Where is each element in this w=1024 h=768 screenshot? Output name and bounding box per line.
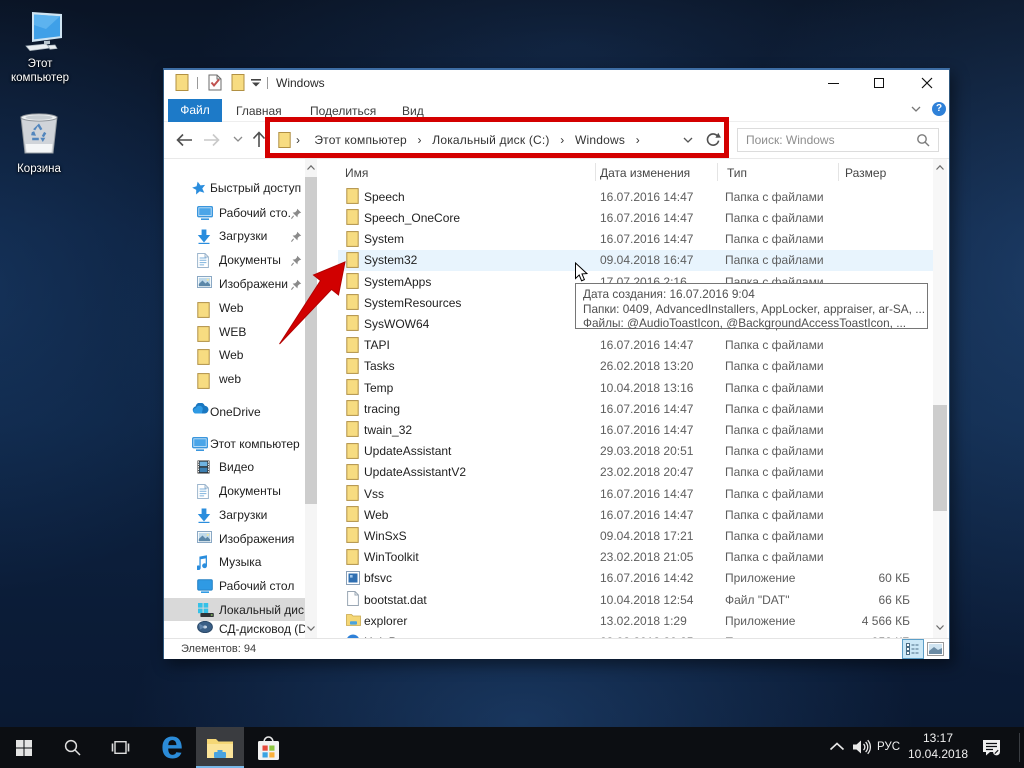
svg-text:e: e xyxy=(161,730,183,764)
